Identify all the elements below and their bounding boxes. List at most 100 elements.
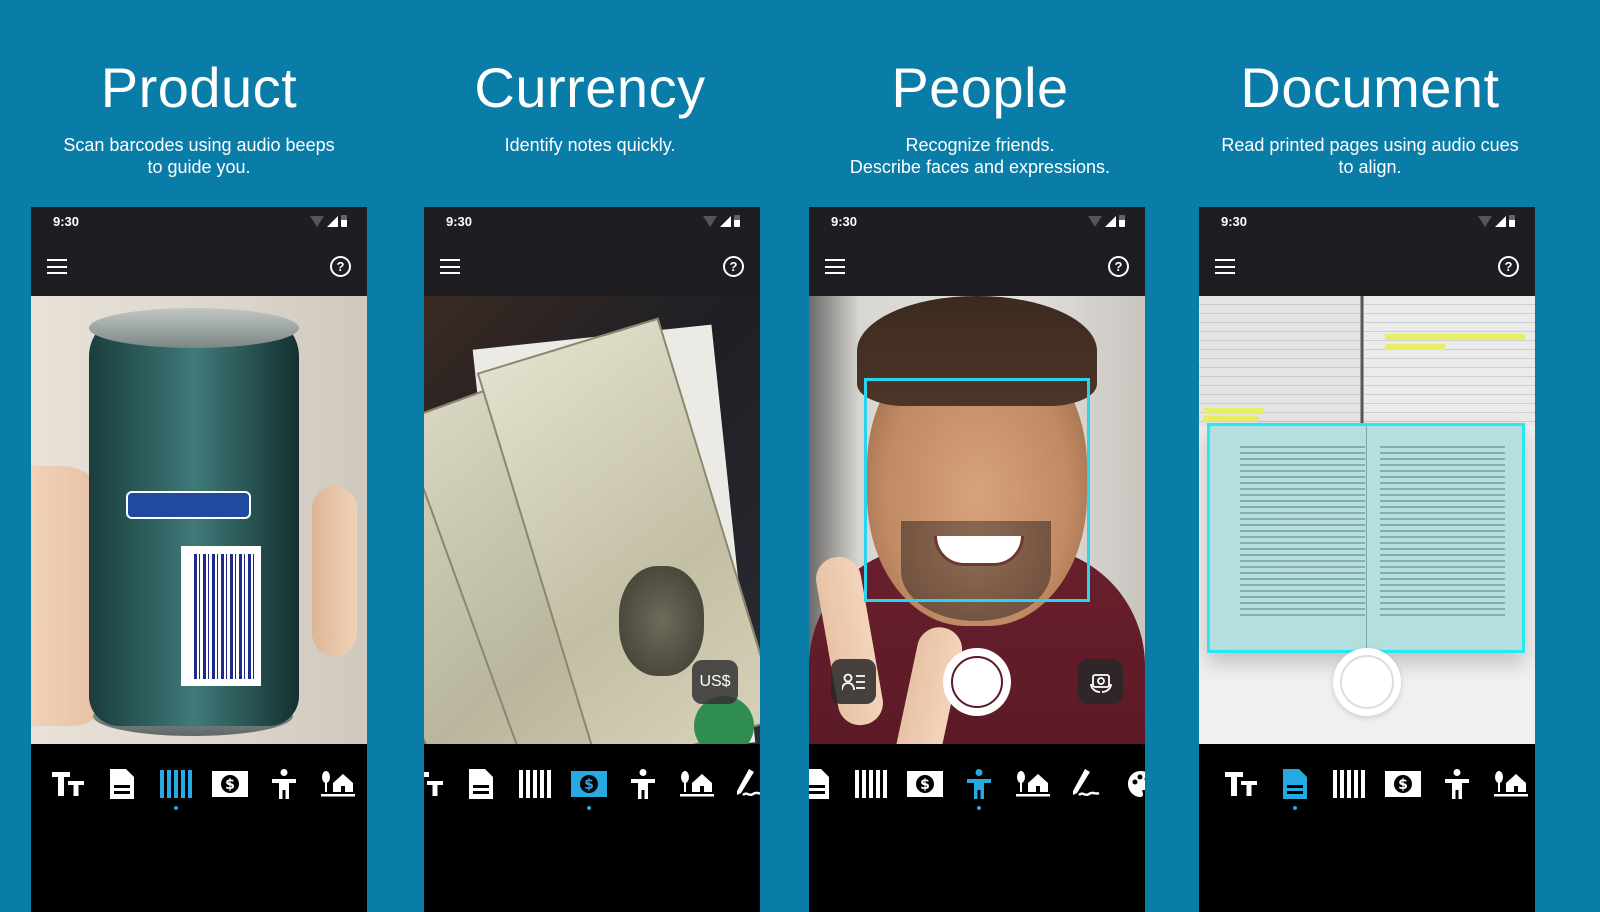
- tab-product[interactable]: [149, 764, 203, 810]
- text-icon: [52, 772, 84, 796]
- tab-currency[interactable]: $: [1376, 764, 1430, 804]
- status-time: 9:30: [831, 214, 858, 229]
- subtitle-line: Describe faces and expressions.: [849, 157, 1111, 177]
- tab-currency[interactable]: $: [562, 764, 616, 810]
- scene-icon: [1494, 771, 1528, 797]
- tab-document[interactable]: [1268, 764, 1322, 810]
- people-list-button[interactable]: [831, 659, 876, 704]
- person-icon: [1445, 769, 1469, 799]
- tab-currency[interactable]: $: [203, 764, 257, 804]
- signal-icon: [1495, 216, 1506, 227]
- document-icon: [809, 769, 829, 799]
- wifi-icon: [1478, 216, 1492, 227]
- help-icon[interactable]: ?: [723, 256, 744, 277]
- background-book-image: [1199, 296, 1535, 426]
- battery-icon: [341, 215, 347, 227]
- active-indicator: [174, 806, 178, 810]
- tab-text[interactable]: [41, 764, 95, 804]
- app-bar: ?: [809, 237, 1145, 296]
- panel-people: People Recognize friends. Describe faces…: [785, 0, 1175, 912]
- camera-viewfinder: [1199, 296, 1535, 744]
- face-detection-frame: [864, 378, 1090, 602]
- barcode-icon: [1333, 770, 1365, 798]
- battery-icon: [1509, 215, 1515, 227]
- tab-text[interactable]: [1214, 764, 1268, 804]
- signal-icon: [1105, 216, 1116, 227]
- status-time: 9:30: [446, 214, 473, 229]
- menu-icon[interactable]: [825, 259, 845, 274]
- mode-tab-bar: $: [31, 744, 367, 912]
- wifi-icon: [1088, 216, 1102, 227]
- flip-camera-button[interactable]: [1078, 659, 1123, 704]
- mode-tab-bar: $: [1199, 744, 1535, 912]
- panel-subtitle: Identify notes quickly.: [375, 134, 805, 156]
- app-bar: ?: [424, 237, 760, 296]
- menu-icon[interactable]: [47, 259, 67, 274]
- active-indicator: [1293, 806, 1297, 810]
- tab-text[interactable]: [424, 764, 454, 804]
- status-time: 9:30: [53, 214, 80, 229]
- subtitle-line: Identify notes quickly.: [504, 135, 676, 155]
- currency-icon: $: [571, 771, 607, 797]
- tab-scene[interactable]: [1006, 764, 1060, 804]
- capture-button[interactable]: [1333, 648, 1401, 716]
- mode-tab-bar: $: [424, 744, 760, 912]
- person-icon: [631, 769, 655, 799]
- status-bar: 9:30: [1199, 207, 1535, 237]
- tab-scene[interactable]: [311, 764, 365, 804]
- tab-handwriting[interactable]: [724, 764, 760, 804]
- camera-viewfinder: [31, 296, 367, 744]
- svg-text:$: $: [1398, 777, 1408, 793]
- capture-button[interactable]: [943, 648, 1011, 716]
- panel-subtitle: Scan barcodes using audio beeps to guide…: [0, 134, 414, 178]
- tab-people[interactable]: [952, 764, 1006, 810]
- tab-product[interactable]: [508, 764, 562, 804]
- panel-title: Product: [100, 56, 298, 119]
- app-bar: ?: [31, 237, 367, 296]
- subtitle-line: Scan barcodes using audio beeps: [63, 135, 335, 155]
- subtitle-line: to guide you.: [147, 157, 251, 177]
- panel-title: Document: [1240, 56, 1500, 119]
- pen-icon: [737, 769, 760, 797]
- svg-text:$: $: [920, 777, 930, 793]
- tab-people[interactable]: [1430, 764, 1484, 804]
- tab-currency[interactable]: $: [898, 764, 952, 804]
- barcode-icon: [519, 770, 551, 798]
- status-bar: 9:30: [31, 207, 367, 237]
- person-icon: [967, 769, 991, 799]
- panel-subtitle: Recognize friends. Describe faces and ex…: [765, 134, 1195, 178]
- tab-people[interactable]: [616, 764, 670, 804]
- panel-product: Product Scan barcodes using audio beeps …: [4, 0, 394, 912]
- person-icon: [272, 769, 296, 799]
- tab-document[interactable]: [95, 764, 149, 804]
- tab-product[interactable]: [1322, 764, 1376, 804]
- help-icon[interactable]: ?: [1498, 256, 1519, 277]
- subtitle-line: Read printed pages using audio cues: [1221, 135, 1519, 155]
- scene-icon: [680, 771, 714, 797]
- signal-icon: [327, 216, 338, 227]
- pen-icon: [1073, 769, 1100, 797]
- tab-scene[interactable]: [670, 764, 724, 804]
- help-icon[interactable]: ?: [330, 256, 351, 277]
- tab-scene[interactable]: [1484, 764, 1535, 804]
- active-indicator: [587, 806, 591, 810]
- barcode-image: [194, 554, 256, 679]
- tab-handwriting[interactable]: [1060, 764, 1114, 804]
- tab-document[interactable]: [454, 764, 508, 804]
- tab-people[interactable]: [257, 764, 311, 804]
- menu-icon[interactable]: [440, 259, 460, 274]
- palette-icon: [1128, 771, 1145, 797]
- panel-subtitle: Read printed pages using audio cues to a…: [1155, 134, 1585, 178]
- svg-text:$: $: [225, 777, 235, 793]
- tab-product[interactable]: [844, 764, 898, 804]
- tab-document[interactable]: [809, 764, 844, 804]
- menu-icon[interactable]: [1215, 259, 1235, 274]
- currency-icon: $: [907, 771, 943, 797]
- status-time: 9:30: [1221, 214, 1248, 229]
- tab-color[interactable]: [1114, 764, 1145, 804]
- wifi-icon: [310, 216, 324, 227]
- text-icon: [1225, 772, 1257, 796]
- help-icon[interactable]: ?: [1108, 256, 1129, 277]
- currency-badge[interactable]: US$: [692, 660, 738, 704]
- flip-camera-icon: [1089, 673, 1112, 693]
